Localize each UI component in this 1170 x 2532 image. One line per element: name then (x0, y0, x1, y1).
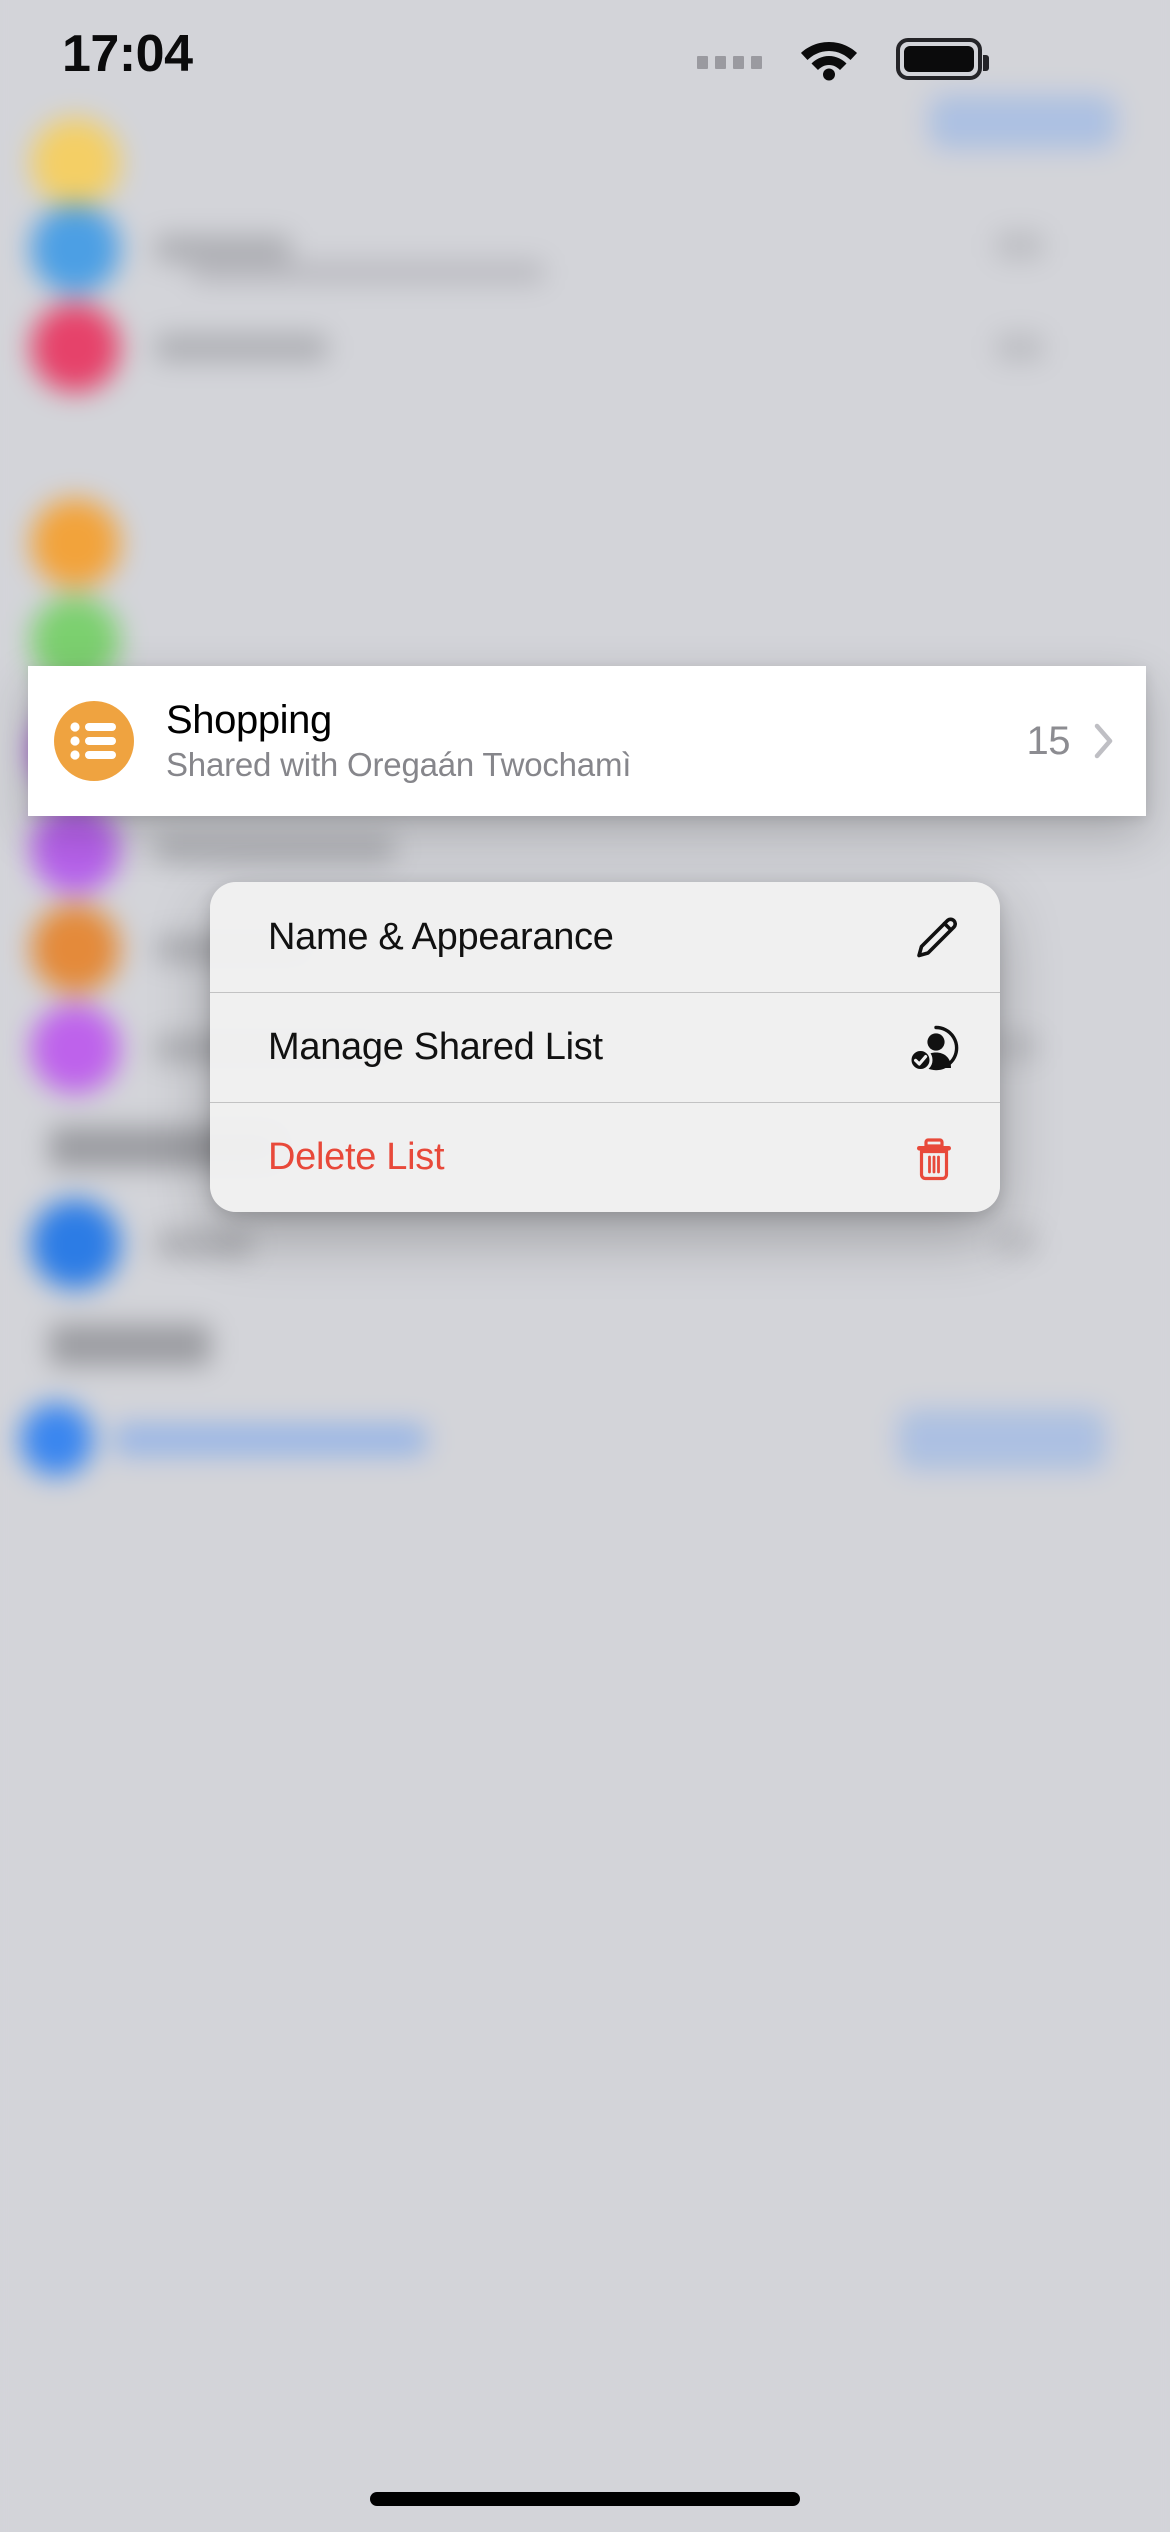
background-list-row (30, 804, 395, 894)
row-icon (30, 804, 121, 894)
highlighted-list-card[interactable]: Shopping Shared with Oregaán Twochamì 15 (28, 666, 1146, 816)
menu-item-label: Delete List (268, 1136, 445, 1178)
background-add-list-label (113, 1424, 426, 1456)
background-list-row (30, 302, 328, 393)
row-icon (30, 498, 121, 588)
row-icon (30, 904, 121, 994)
row-title (155, 835, 395, 863)
background-list-row (30, 1199, 252, 1289)
background-add-list-row (20, 1403, 94, 1477)
menu-item-name-appearance[interactable]: Name & Appearance (210, 882, 1000, 992)
list-item-count: 15 (1026, 718, 1071, 763)
menu-item-delete-list[interactable]: Delete List (210, 1102, 1000, 1212)
row-icon (20, 1403, 94, 1477)
background-section-header (49, 1324, 211, 1366)
row-subtitle (190, 261, 545, 284)
wifi-icon (801, 42, 857, 81)
menu-item-manage-shared-list[interactable]: Manage Shared List (210, 992, 1000, 1102)
trash-icon (908, 1132, 960, 1184)
pencil-icon (908, 911, 960, 963)
row-count (995, 334, 1044, 362)
row-count (995, 1033, 1038, 1061)
status-bar: 17:04 (0, 0, 1170, 135)
row-count (995, 232, 1044, 260)
row-count (995, 1228, 1038, 1256)
list-subtitle: Shared with Oregaán Twochamì (166, 746, 632, 784)
signal-dots-icon (697, 56, 762, 69)
row-icon (30, 204, 121, 294)
list-bullets-icon (54, 701, 134, 781)
row-icon (30, 1003, 121, 1094)
menu-item-label: Manage Shared List (268, 1026, 603, 1068)
battery-full-icon (896, 38, 989, 80)
list-title: Shopping (166, 697, 332, 742)
menu-item-label: Name & Appearance (268, 915, 614, 958)
list-context-menu: Name & Appearance Manage Shared List Del… (210, 882, 1000, 1212)
row-icon (30, 1199, 121, 1289)
person-badge-check-icon (908, 1022, 960, 1074)
background-list-row (30, 498, 121, 588)
blurred-background (0, 0, 1170, 2532)
row-icon (30, 302, 121, 393)
row-title (155, 1230, 252, 1258)
chevron-right-icon (1094, 723, 1113, 759)
row-title (155, 235, 291, 263)
status-bar-clock: 17:04 (62, 25, 193, 83)
home-indicator (370, 2492, 800, 2506)
background-add-group-button (898, 1409, 1107, 1470)
row-title (155, 334, 328, 362)
list-card-text: Shopping Shared with Oregaán Twochamì (166, 698, 1027, 785)
